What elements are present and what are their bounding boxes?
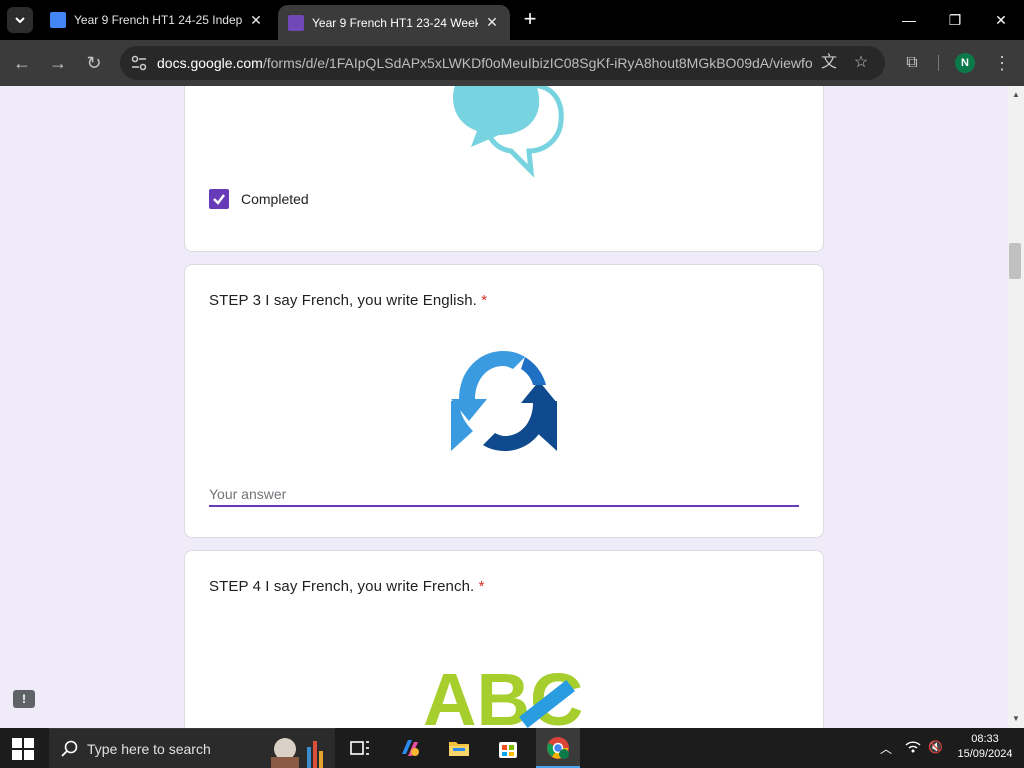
speech-bubbles-icon [453, 86, 564, 178]
question-card-step4: STEP 4 I say French, you write French. *… [184, 550, 824, 728]
completed-checkbox[interactable] [209, 189, 229, 209]
chevron-down-icon [15, 17, 25, 24]
restore-icon[interactable]: ❐ [942, 8, 968, 32]
checkmark-icon [213, 194, 225, 205]
toolbar-divider [938, 55, 939, 71]
site-info-icon[interactable] [130, 54, 148, 72]
copilot-icon[interactable] [398, 736, 422, 760]
taskbar-search-placeholder: Type here to search [87, 741, 211, 757]
back-icon[interactable]: ← [10, 51, 34, 75]
page-scrollbar[interactable] [1008, 86, 1024, 728]
page-viewport: Completed STEP 3 I say French, you write… [0, 86, 1008, 728]
more-menu-icon[interactable]: ⋮ [992, 51, 1012, 75]
close-window-icon[interactable]: ✕ [988, 8, 1014, 32]
abc-writing-icon: ABC [423, 658, 583, 728]
tab-search-button[interactable] [7, 7, 33, 33]
tab-week-form[interactable]: Year 9 French HT1 23-24 Week 1 ✕ [278, 5, 510, 40]
exchange-speech-icon [451, 351, 557, 451]
required-asterisk: * [481, 292, 488, 309]
network-icon[interactable] [905, 740, 921, 757]
task-view-icon[interactable] [348, 736, 372, 760]
scrollbar-thumb[interactable] [1009, 243, 1021, 279]
system-clock[interactable]: 08:33 15/09/2024 [950, 732, 1020, 762]
extensions-icon[interactable]: ⧉ [900, 51, 924, 75]
clock-time: 08:33 [971, 733, 999, 745]
question-title: STEP 4 I say French, you write French. * [209, 578, 485, 595]
minimize-icon[interactable]: — [896, 8, 922, 32]
volume-muted-icon[interactable]: 🔇 [928, 740, 943, 754]
chrome-icon[interactable] [546, 736, 570, 760]
url-path: /forms/d/e/1FAIpQLSdAPx5xLWKDf0oMeuIbizI… [262, 55, 812, 71]
file-explorer-icon[interactable] [447, 736, 471, 760]
reload-icon[interactable]: ↻ [82, 51, 106, 75]
google-classroom-icon [50, 12, 66, 28]
scroll-down-icon[interactable]: ▼ [1010, 714, 1022, 724]
question-title-text: STEP 4 I say French, you write French. [209, 578, 475, 595]
new-tab-icon[interactable]: + [518, 8, 542, 32]
clock-date: 15/09/2024 [957, 748, 1013, 760]
report-feedback-icon[interactable]: ! [13, 690, 35, 708]
forward-icon[interactable]: → [46, 51, 70, 75]
required-asterisk: * [478, 578, 485, 595]
question-card-step3: STEP 3 I say French, you write English. … [184, 264, 824, 538]
completed-checkbox-label[interactable]: Completed [241, 191, 309, 207]
address-bar[interactable]: docs.google.com/forms/d/e/1FAIpQLSdAPx5x… [120, 46, 885, 80]
google-forms-icon [288, 14, 304, 31]
url-text: docs.google.com/forms/d/e/1FAIpQLSdAPx5x… [157, 55, 812, 71]
close-tab-icon[interactable]: ✕ [484, 14, 500, 31]
bookmark-star-icon[interactable]: ☆ [852, 54, 870, 72]
taskbar-search-box[interactable]: Type here to search [49, 728, 335, 768]
windows-start-icon[interactable] [12, 738, 34, 760]
translate-icon[interactable]: 文 [820, 54, 838, 72]
question-title-text: STEP 3 I say French, you write English. [209, 292, 477, 309]
tab-title: Year 9 French HT1 24-25 Indeper [74, 13, 242, 27]
step3-answer-input[interactable] [209, 483, 799, 507]
question-card-step2: Completed [184, 86, 824, 252]
browser-toolbar: ← → ↻ docs.google.com/forms/d/e/1FAIpQLS… [0, 40, 1024, 86]
close-tab-icon[interactable]: ✕ [248, 12, 264, 29]
question-title: STEP 3 I say French, you write English. … [209, 292, 487, 309]
tab-independent-study[interactable]: Year 9 French HT1 24-25 Indeper ✕ [40, 6, 274, 34]
show-hidden-icons-icon[interactable]: ︿ [880, 740, 892, 757]
url-host: docs.google.com [157, 55, 263, 71]
search-highlight-illustration-icon [271, 738, 323, 768]
windows-taskbar: Type here to search ︿ 🔇 08:33 15/09/2024 [0, 728, 1024, 768]
search-icon [61, 740, 78, 757]
profile-avatar[interactable]: N [955, 53, 975, 73]
browser-tab-strip: Year 9 French HT1 24-25 Indeper ✕ Year 9… [0, 0, 1024, 40]
tab-title: Year 9 French HT1 23-24 Week 1 [312, 15, 478, 30]
microsoft-store-icon[interactable] [496, 736, 520, 760]
scroll-up-icon[interactable]: ▲ [1010, 90, 1022, 100]
